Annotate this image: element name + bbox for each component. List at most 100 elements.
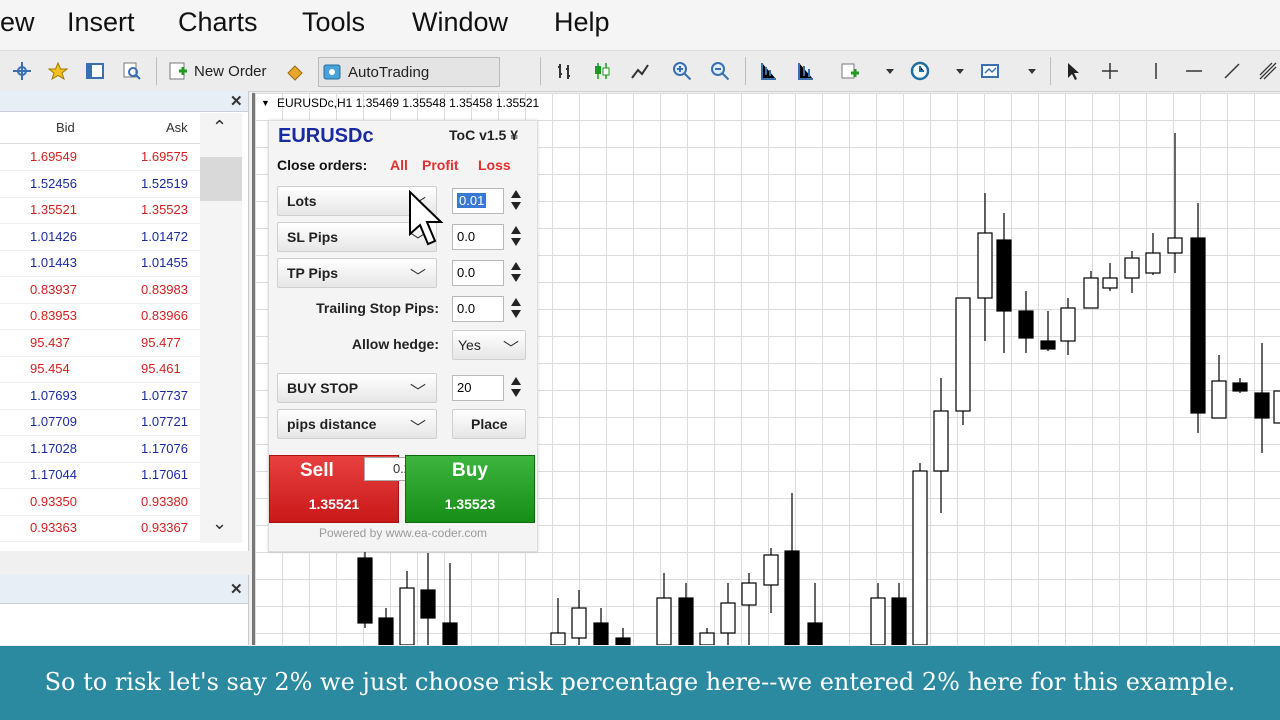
close-icon[interactable]: ✕ [230,92,243,110]
dropdown-arrow-icon[interactable] [955,60,965,82]
clock-icon[interactable] [910,60,930,82]
menu-charts[interactable]: Charts [178,7,258,38]
candlestick-icon[interactable] [592,60,612,82]
scrollbar[interactable]: ⌃ ⌄ [200,113,242,543]
candle-body [378,617,394,645]
market-watch-row[interactable]: 0.93363 0.93367 [0,515,200,542]
close-profit-button[interactable]: Profit [422,157,459,173]
zoom-in-icon[interactable] [672,60,692,82]
menu-help[interactable]: Help [554,7,610,38]
bid-value: 0.83937 [30,281,77,297]
indicators-icon[interactable] [840,60,860,82]
bid-value: 1.52456 [30,175,77,191]
market-watch-row[interactable]: 1.17044 1.17061 [0,462,200,489]
market-watch-row[interactable]: 1.17028 1.17076 [0,436,200,463]
sell-price: 1.35521 [308,496,360,512]
autotrading-button[interactable]: AutoTrading [318,57,501,87]
allow-hedge-select[interactable]: Yes ﹀ [452,330,526,360]
close-icon[interactable]: ✕ [230,580,243,598]
distance-spinner-icon[interactable] [509,374,523,400]
place-button[interactable]: Place [452,409,526,439]
allow-hedge-value: Yes [458,337,481,353]
menu-bar: ew Insert Charts Tools Window Help [0,0,1280,51]
channel-icon[interactable] [1258,60,1278,82]
tp-spinner-icon[interactable] [509,259,523,285]
candle-body [1124,257,1140,279]
ask-column-header[interactable]: Ask [166,120,188,135]
market-watch-header: Bid Ask [0,113,200,144]
lots-spinner-icon[interactable] [509,187,523,213]
trailing-stop-input[interactable]: 0.0 [452,296,504,322]
scrollbar-thumb[interactable] [200,157,242,201]
market-watch-row[interactable]: 1.07709 1.07721 [0,409,200,436]
candle-body [442,622,458,645]
panel-version-menu[interactable]: ToC v1.5 ¥ [449,127,518,143]
expert-icon[interactable] [285,60,305,82]
allow-hedge-label: Allow hedge: [351,336,439,352]
bid-value: 1.35521 [30,202,77,217]
window-icon[interactable] [85,60,105,82]
market-watch-row[interactable]: 0.83953 0.83966 [0,303,200,330]
candle-body [615,637,631,645]
cursor-arrow-icon[interactable] [1064,60,1084,82]
market-watch-row[interactable]: 95.437 95.477 [0,330,200,357]
menu-view[interactable]: ew [0,7,35,38]
scroll-up-icon[interactable]: ⌃ [212,117,227,138]
dropdown-arrow-icon[interactable] [1027,60,1037,82]
market-watch-row[interactable]: 1.01443 1.01455 [0,250,200,277]
candle-body [955,297,971,412]
mouse-cursor-icon [409,190,444,246]
market-watch-row[interactable]: 0.83937 0.83983 [0,277,200,304]
bar-chart-icon[interactable] [555,60,575,82]
trendline-icon[interactable] [1222,60,1242,82]
horizontal-line-icon[interactable] [1184,60,1204,82]
trailing-spinner-icon[interactable] [509,295,523,321]
order-type-dropdown[interactable]: BUY STOP ﹀ [277,373,437,403]
scroll-down-icon[interactable]: ⌄ [212,513,227,534]
distance-mode-dropdown[interactable]: pips distance ﹀ [277,409,437,439]
candle-body [1211,380,1227,419]
market-watch-row[interactable]: 1.01426 1.01472 [0,224,200,251]
bid-column-header[interactable]: Bid [56,120,75,135]
autoscroll-icon[interactable] [795,60,815,82]
close-all-button[interactable]: All [390,157,408,173]
market-watch-row[interactable]: 1.35521 1.35523 [0,197,200,224]
zoom-out-icon[interactable] [710,60,730,82]
dropdown-arrow-icon[interactable] [885,60,895,82]
line-chart-icon[interactable] [630,60,650,82]
favorites-star-icon[interactable] [48,60,68,82]
templates-icon[interactable] [980,60,1000,82]
menu-insert[interactable]: Insert [67,7,135,38]
crosshair-icon[interactable] [1100,60,1120,82]
sl-pips-input[interactable]: 0.0 [452,224,504,250]
ask-value: 0.93380 [141,493,188,509]
market-watch-row[interactable]: 1.52456 1.52519 [0,171,200,198]
vertical-line-icon[interactable] [1146,60,1166,82]
candle-body [357,557,373,624]
candle-body [1254,392,1270,419]
search-icon[interactable] [122,60,142,82]
ask-value: 1.01455 [141,255,188,270]
buy-label: Buy [452,460,488,481]
market-watch-row[interactable]: 95.454 95.461 [0,356,200,383]
lots-input[interactable]: 0.01 [452,188,504,214]
chart-shift-icon[interactable] [758,60,778,82]
candle-body [1232,382,1248,392]
ask-value: 0.83983 [141,281,188,297]
market-watch-row[interactable]: 1.07693 1.07737 [0,383,200,410]
menu-window[interactable]: Window [412,7,508,38]
market-watch-row[interactable]: 0.93350 0.93380 [0,489,200,516]
tp-pips-input[interactable]: 0.0 [452,260,504,286]
sl-spinner-icon[interactable] [509,223,523,249]
new-order-button[interactable]: New Order [168,60,267,82]
buy-button[interactable]: Buy 1.35523 [405,455,535,523]
order-distance-value: 20 [457,380,472,395]
market-watch-row[interactable]: 1.69549 1.69575 [0,144,200,171]
menu-tools[interactable]: Tools [302,7,365,38]
tp-pips-label: TP Pips [287,265,339,281]
order-distance-input[interactable]: 20 [452,375,504,401]
close-loss-button[interactable]: Loss [478,157,511,173]
candle-body [399,587,415,645]
tp-pips-dropdown[interactable]: TP Pips ﹀ [277,258,437,288]
crosshair-move-icon[interactable] [12,60,32,82]
